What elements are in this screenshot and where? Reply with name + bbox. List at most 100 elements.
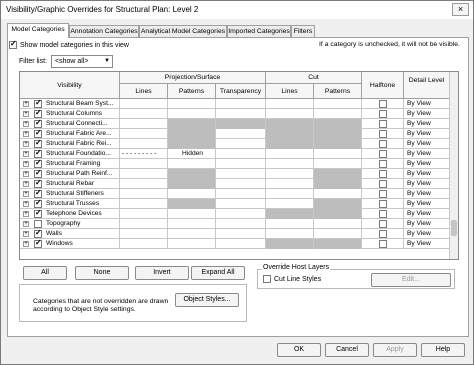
table-row[interactable]: + Structural Stiffeners By View (20, 189, 450, 199)
proj-lines-cell[interactable] (120, 219, 168, 229)
proj-lines-cell[interactable] (120, 159, 168, 169)
cut-line-styles-checkbox[interactable] (263, 275, 271, 283)
proj-lines-cell[interactable] (120, 229, 168, 239)
category-visible-checkbox[interactable] (34, 229, 42, 238)
table-row[interactable]: + Structural Beam Syst... By View (20, 99, 450, 109)
edit-button[interactable]: Edit... (371, 273, 451, 287)
expand-icon[interactable]: + (23, 121, 29, 127)
proj-patterns-cell[interactable] (168, 239, 216, 249)
proj-patterns-cell[interactable] (168, 199, 216, 209)
cut-patterns-cell[interactable] (314, 179, 362, 189)
cut-patterns-cell[interactable] (314, 239, 362, 249)
tab-analytical-model-categories[interactable]: Analytical Model Categories (139, 25, 227, 37)
proj-lines-cell[interactable] (120, 109, 168, 119)
category-visible-checkbox[interactable] (34, 199, 42, 208)
cut-patterns-cell[interactable] (314, 129, 362, 139)
show-model-categories-checkbox[interactable] (9, 39, 17, 49)
halftone-checkbox[interactable] (379, 120, 387, 128)
proj-patterns-cell[interactable] (168, 129, 216, 139)
expand-icon[interactable]: + (23, 241, 29, 247)
expand-icon[interactable]: + (23, 171, 29, 177)
proj-lines-cell[interactable] (120, 209, 168, 219)
cut-patterns-cell[interactable] (314, 119, 362, 129)
table-row[interactable]: + Structural Fabric Are... By View (20, 129, 450, 139)
detail-level-cell[interactable]: By View (404, 139, 450, 149)
category-visible-checkbox[interactable] (34, 149, 42, 158)
tab-filters[interactable]: Filters (291, 25, 315, 37)
expand-icon[interactable]: + (23, 151, 29, 157)
cut-lines-cell[interactable] (266, 169, 314, 179)
expand-icon[interactable]: + (23, 211, 29, 217)
cut-lines-cell[interactable] (266, 189, 314, 199)
header-visibility[interactable]: Visibility (20, 72, 120, 99)
category-visible-checkbox[interactable] (34, 169, 42, 178)
proj-patterns-cell[interactable] (168, 219, 216, 229)
proj-patterns-cell[interactable] (168, 179, 216, 189)
proj-lines-cell[interactable] (120, 139, 168, 149)
cut-patterns-cell[interactable] (314, 139, 362, 149)
invert-button[interactable]: Invert (135, 266, 189, 280)
table-row[interactable]: + Structural Connecti... By View (20, 119, 450, 129)
cut-patterns-cell[interactable] (314, 159, 362, 169)
table-row[interactable]: + Structural Foundatio... - - - - - - - - … (20, 149, 450, 159)
halftone-checkbox[interactable] (379, 170, 387, 178)
proj-patterns-cell[interactable] (168, 159, 216, 169)
cut-lines-cell[interactable] (266, 229, 314, 239)
halftone-checkbox[interactable] (379, 130, 387, 138)
table-row[interactable]: + Structural Path Reinf... By View (20, 169, 450, 179)
expand-icon[interactable]: + (23, 221, 29, 227)
transparency-cell[interactable] (216, 169, 266, 179)
proj-patterns-cell[interactable] (168, 99, 216, 109)
ok-button[interactable]: OK (277, 343, 321, 357)
expand-icon[interactable]: + (23, 181, 29, 187)
halftone-checkbox[interactable] (379, 190, 387, 198)
proj-patterns-cell[interactable] (168, 109, 216, 119)
cut-line-styles-row[interactable]: Cut Line Styles (263, 275, 321, 283)
proj-patterns-cell[interactable] (168, 119, 216, 129)
halftone-checkbox[interactable] (379, 210, 387, 218)
table-row[interactable]: + Structural Columns By View (20, 109, 450, 119)
transparency-cell[interactable] (216, 159, 266, 169)
category-visible-checkbox[interactable] (34, 179, 42, 188)
proj-lines-cell[interactable] (120, 179, 168, 189)
cut-patterns-cell[interactable] (314, 99, 362, 109)
halftone-checkbox[interactable] (379, 200, 387, 208)
detail-level-cell[interactable]: By View (404, 129, 450, 139)
proj-patterns-cell[interactable] (168, 139, 216, 149)
filter-list-select[interactable]: <show all> ▼ (51, 55, 113, 68)
expand-icon[interactable]: + (23, 131, 29, 137)
halftone-checkbox[interactable] (379, 150, 387, 158)
expand-icon[interactable]: + (23, 111, 29, 117)
tab-model-categories[interactable]: Model Categories (7, 23, 69, 38)
detail-level-cell[interactable]: By View (404, 239, 450, 249)
object-styles-button[interactable]: Object Styles... (175, 293, 239, 307)
category-visible-checkbox[interactable] (34, 99, 42, 108)
scrollbar-thumb[interactable] (451, 220, 457, 236)
cut-lines-cell[interactable] (266, 129, 314, 139)
halftone-checkbox[interactable] (379, 230, 387, 238)
cut-patterns-cell[interactable] (314, 109, 362, 119)
halftone-checkbox[interactable] (379, 110, 387, 118)
transparency-cell[interactable] (216, 99, 266, 109)
transparency-cell[interactable] (216, 219, 266, 229)
proj-patterns-cell[interactable] (168, 229, 216, 239)
detail-level-cell[interactable]: By View (404, 149, 450, 159)
cut-patterns-cell[interactable] (314, 149, 362, 159)
tab-imported-categories[interactable]: Imported Categories (227, 25, 291, 37)
all-button[interactable]: All (23, 266, 67, 280)
transparency-cell[interactable] (216, 119, 266, 129)
cut-patterns-cell[interactable] (314, 219, 362, 229)
cut-lines-cell[interactable] (266, 99, 314, 109)
transparency-cell[interactable] (216, 239, 266, 249)
proj-lines-cell[interactable] (120, 199, 168, 209)
transparency-cell[interactable] (216, 149, 266, 159)
halftone-checkbox[interactable] (379, 100, 387, 108)
cut-lines-cell[interactable] (266, 139, 314, 149)
cut-lines-cell[interactable] (266, 179, 314, 189)
halftone-checkbox[interactable] (379, 180, 387, 188)
proj-lines-cell[interactable]: - - - - - - - - - (120, 149, 168, 159)
proj-patterns-cell[interactable] (168, 189, 216, 199)
table-row[interactable]: + Telephone Devices By View (20, 209, 450, 219)
expand-all-button[interactable]: Expand All (191, 266, 245, 280)
transparency-cell[interactable] (216, 179, 266, 189)
